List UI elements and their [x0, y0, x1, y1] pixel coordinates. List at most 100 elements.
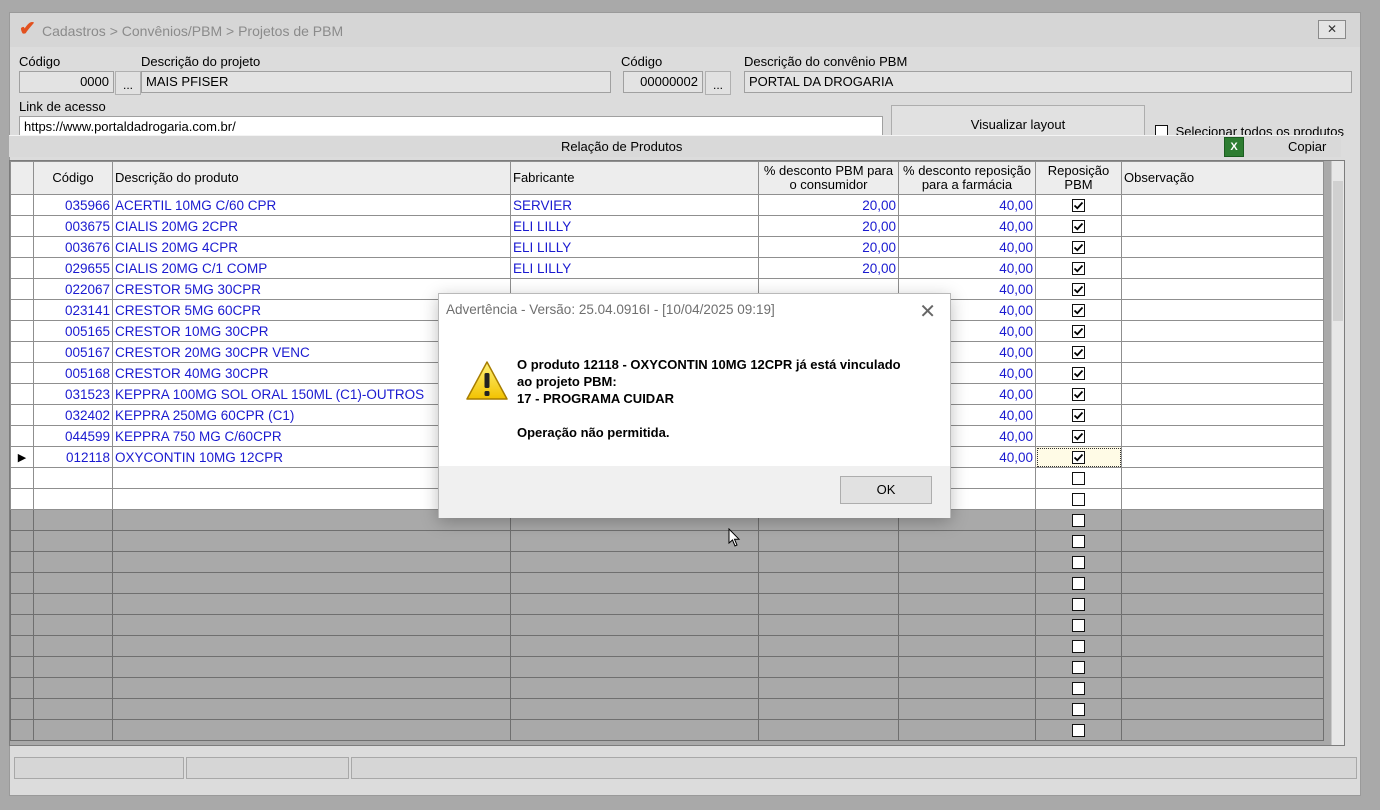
scrollbar-thumb[interactable] [1333, 181, 1343, 321]
cell-observacao[interactable] [1121, 383, 1324, 405]
reposicao-checkbox[interactable] [1072, 577, 1085, 591]
reposicao-checkbox[interactable] [1072, 199, 1085, 213]
reposicao-checkbox[interactable] [1072, 514, 1085, 528]
codigo-lookup-button[interactable]: ... [115, 71, 141, 95]
convenio-lookup-button[interactable]: ... [705, 71, 731, 95]
cell-codigo[interactable]: 003675 [33, 215, 113, 237]
cell-desc-consumidor[interactable]: 20,00 [758, 257, 899, 279]
cell-observacao[interactable] [1121, 446, 1324, 468]
codigo-convenio-field[interactable]: 00000002 [623, 71, 703, 93]
descricao-convenio-field[interactable]: PORTAL DA DROGARIA [744, 71, 1352, 93]
cell-descricao[interactable]: CIALIS 20MG 2CPR [112, 215, 511, 237]
cell-codigo[interactable]: 035966 [33, 194, 113, 216]
reposicao-checkbox[interactable] [1072, 724, 1085, 738]
cell-reposicao[interactable] [1035, 341, 1122, 363]
cell-observacao[interactable] [1121, 236, 1324, 258]
cell-fabricante[interactable]: ELI LILLY [510, 215, 759, 237]
cell-reposicao[interactable] [1035, 215, 1122, 237]
cell-codigo[interactable]: 044599 [33, 425, 113, 447]
table-row[interactable]: 003675 CIALIS 20MG 2CPR ELI LILLY 20,00 40,0… [10, 215, 1324, 237]
table-row[interactable]: 035966 ACERTIL 10MG C/60 CPR SERVIER 20,00 4… [10, 194, 1324, 216]
ok-button[interactable]: OK [840, 476, 932, 504]
cell-reposicao[interactable] [1035, 194, 1122, 216]
reposicao-checkbox[interactable] [1072, 493, 1085, 507]
reposicao-checkbox[interactable] [1072, 598, 1085, 612]
cell-desc-farmacia[interactable]: 40,00 [898, 194, 1036, 216]
cell-observacao[interactable] [1121, 404, 1324, 426]
cell-desc-farmacia[interactable]: 40,00 [898, 215, 1036, 237]
header-fabricante[interactable]: Fabricante [510, 161, 759, 195]
cell-reposicao[interactable] [1035, 299, 1122, 321]
cell-descricao[interactable]: ACERTIL 10MG C/60 CPR [112, 194, 511, 216]
reposicao-checkbox[interactable] [1072, 535, 1085, 549]
header-desc-consumidor[interactable]: % desconto PBM para o consumidor [758, 161, 899, 195]
reposicao-checkbox[interactable] [1072, 388, 1085, 402]
cell-desc-consumidor[interactable]: 20,00 [758, 236, 899, 258]
cell-reposicao[interactable] [1035, 257, 1122, 279]
cell-codigo[interactable]: 031523 [33, 383, 113, 405]
reposicao-checkbox[interactable] [1072, 682, 1085, 696]
reposicao-checkbox[interactable] [1072, 304, 1085, 318]
reposicao-checkbox[interactable] [1072, 430, 1085, 444]
reposicao-checkbox[interactable] [1072, 283, 1085, 297]
cell-observacao[interactable] [1121, 278, 1324, 300]
vertical-scrollbar[interactable] [1331, 161, 1344, 745]
cell-desc-consumidor[interactable]: 20,00 [758, 215, 899, 237]
cell-codigo[interactable]: 023141 [33, 299, 113, 321]
excel-icon[interactable]: X [1224, 137, 1244, 157]
header-reposicao[interactable]: Reposição PBM [1035, 161, 1122, 195]
cell-reposicao[interactable] [1035, 362, 1122, 384]
descricao-projeto-field[interactable]: MAIS PFISER [141, 71, 611, 93]
cell-observacao[interactable] [1121, 320, 1324, 342]
cell-reposicao[interactable] [1035, 320, 1122, 342]
table-row[interactable]: 029655 CIALIS 20MG C/1 COMP ELI LILLY 20,00… [10, 257, 1324, 279]
reposicao-checkbox[interactable] [1072, 661, 1085, 675]
reposicao-checkbox[interactable] [1072, 409, 1085, 423]
cell-codigo[interactable]: 032402 [33, 404, 113, 426]
cell-observacao[interactable] [1121, 425, 1324, 447]
dialog-close-button[interactable]: ✕ [919, 299, 936, 324]
cell-codigo[interactable]: 005167 [33, 341, 113, 363]
cell-observacao[interactable] [1121, 194, 1324, 216]
cell-codigo[interactable]: 029655 [33, 257, 113, 279]
cell-fabricante[interactable]: SERVIER [510, 194, 759, 216]
cell-desc-consumidor[interactable]: 20,00 [758, 194, 899, 216]
codigo-field[interactable]: 0000 [19, 71, 114, 93]
table-row[interactable]: 003676 CIALIS 20MG 4CPR ELI LILLY 20,00 40,0… [10, 236, 1324, 258]
cell-codigo[interactable]: 022067 [33, 278, 113, 300]
cell-observacao[interactable] [1121, 299, 1324, 321]
reposicao-checkbox[interactable] [1072, 262, 1085, 276]
cell-reposicao[interactable] [1035, 425, 1122, 447]
header-codigo[interactable]: Código [33, 161, 113, 195]
cell-reposicao[interactable] [1035, 446, 1122, 468]
cell-reposicao[interactable] [1035, 278, 1122, 300]
reposicao-checkbox[interactable] [1072, 472, 1085, 486]
cell-observacao[interactable] [1121, 341, 1324, 363]
cell-fabricante[interactable]: ELI LILLY [510, 257, 759, 279]
cell-reposicao[interactable] [1035, 404, 1122, 426]
cell-desc-farmacia[interactable]: 40,00 [898, 257, 1036, 279]
cell-codigo[interactable]: 005168 [33, 362, 113, 384]
cell-observacao[interactable] [1121, 215, 1324, 237]
header-descricao[interactable]: Descrição do produto [112, 161, 511, 195]
cell-descricao[interactable]: CIALIS 20MG C/1 COMP [112, 257, 511, 279]
cell-descricao[interactable]: CIALIS 20MG 4CPR [112, 236, 511, 258]
cell-observacao[interactable] [1121, 362, 1324, 384]
cell-reposicao[interactable] [1035, 236, 1122, 258]
reposicao-checkbox[interactable] [1072, 241, 1085, 255]
cell-codigo[interactable]: 012118 [33, 446, 113, 468]
cell-desc-farmacia[interactable]: 40,00 [898, 236, 1036, 258]
reposicao-checkbox[interactable] [1072, 325, 1085, 339]
reposicao-checkbox[interactable] [1072, 640, 1085, 654]
reposicao-checkbox[interactable] [1072, 703, 1085, 717]
reposicao-checkbox[interactable] [1072, 451, 1085, 465]
cell-reposicao[interactable] [1035, 383, 1122, 405]
reposicao-checkbox[interactable] [1072, 220, 1085, 234]
cell-codigo[interactable]: 003676 [33, 236, 113, 258]
header-desc-farmacia[interactable]: % desconto reposição para a farmácia [898, 161, 1036, 195]
reposicao-checkbox[interactable] [1072, 346, 1085, 360]
reposicao-checkbox[interactable] [1072, 619, 1085, 633]
copiar-button[interactable]: Copiar [1288, 139, 1326, 154]
cell-codigo[interactable]: 005165 [33, 320, 113, 342]
cell-fabricante[interactable]: ELI LILLY [510, 236, 759, 258]
